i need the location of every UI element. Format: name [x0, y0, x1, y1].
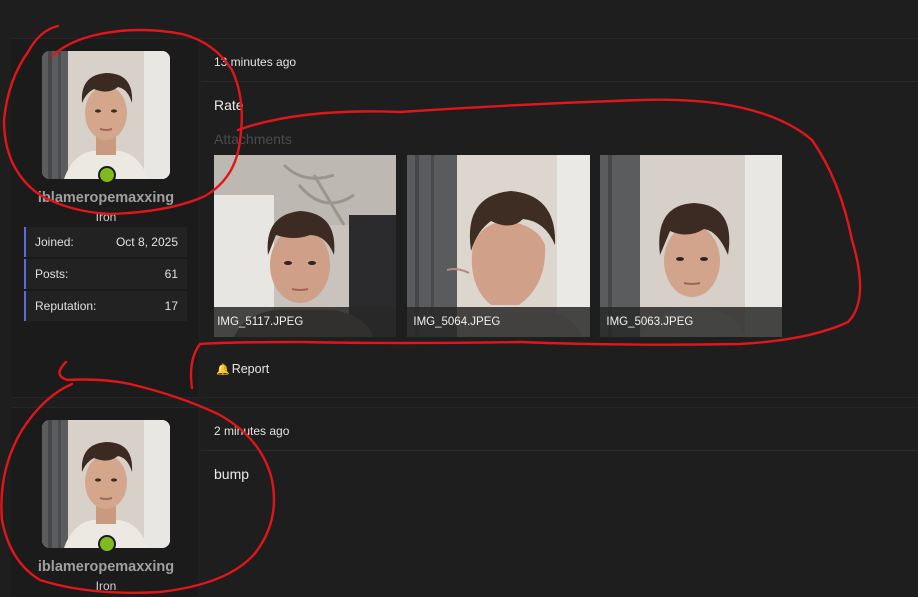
stat-value: 17: [164, 299, 178, 313]
attachment-filename: IMG_5117.JPEG: [217, 316, 304, 328]
user-rank: Iron: [95, 579, 117, 593]
attachment-filename: IMG_5064.JPEG: [413, 316, 501, 328]
post-timestamp[interactable]: 13 minutes ago: [214, 55, 296, 69]
online-status-icon: [98, 535, 116, 553]
divider: [201, 450, 918, 451]
post-content: 13 minutes ago Rate Attachments IMG_5117…: [201, 39, 918, 397]
avatar[interactable]: [42, 420, 170, 553]
divider: [201, 81, 918, 82]
post-user-pane: iblameropemaxxing Iron Joined: Oct 8, 20…: [11, 39, 198, 397]
online-status-icon: [98, 166, 116, 184]
stat-label: Joined:: [35, 235, 74, 249]
attachment-thumbnail[interactable]: IMG_5063.JPEG: [600, 155, 782, 337]
attachment-filename: IMG_5063.JPEG: [606, 316, 694, 328]
attachment-caption: IMG_5063.JPEG: [600, 307, 782, 337]
username[interactable]: iblameropemaxxing: [11, 190, 201, 206]
attachment-thumbnail[interactable]: IMG_5064.JPEG: [407, 155, 590, 337]
attachments-label: Attachments: [214, 131, 292, 147]
stat-joined: Joined: Oct 8, 2025: [24, 227, 187, 257]
bell-icon: 🔔: [216, 363, 230, 376]
post-body: bump: [214, 466, 250, 482]
post-user-pane: iblameropemaxxing Iron: [11, 408, 198, 597]
avatar[interactable]: [42, 51, 170, 184]
stat-value: Oct 8, 2025: [115, 235, 178, 249]
attachment-caption: IMG_5064.JPEG: [407, 307, 590, 337]
post-body: Rate: [214, 97, 244, 113]
post-content: 2 minutes ago bump: [201, 408, 918, 597]
report-button[interactable]: 🔔 Report: [216, 362, 269, 376]
post: iblameropemaxxing Iron 2 minutes ago bum…: [11, 407, 918, 597]
post-timestamp[interactable]: 2 minutes ago: [214, 424, 289, 438]
username[interactable]: iblameropemaxxing: [11, 559, 201, 575]
post: iblameropemaxxing Iron Joined: Oct 8, 20…: [11, 38, 918, 398]
thread-page: iblameropemaxxing Iron Joined: Oct 8, 20…: [0, 0, 918, 597]
report-label: Report: [231, 362, 270, 376]
stat-label: Reputation:: [35, 299, 97, 313]
user-rank: Iron: [95, 210, 117, 224]
attachment-thumbnail[interactable]: IMG_5117.JPEG: [214, 155, 396, 337]
stat-posts: Posts: 61: [24, 259, 187, 289]
stat-reputation: Reputation: 17: [24, 291, 187, 321]
stat-label: Posts:: [35, 267, 69, 281]
attachment-caption: IMG_5117.JPEG: [214, 307, 396, 337]
stat-value: 61: [164, 267, 178, 281]
